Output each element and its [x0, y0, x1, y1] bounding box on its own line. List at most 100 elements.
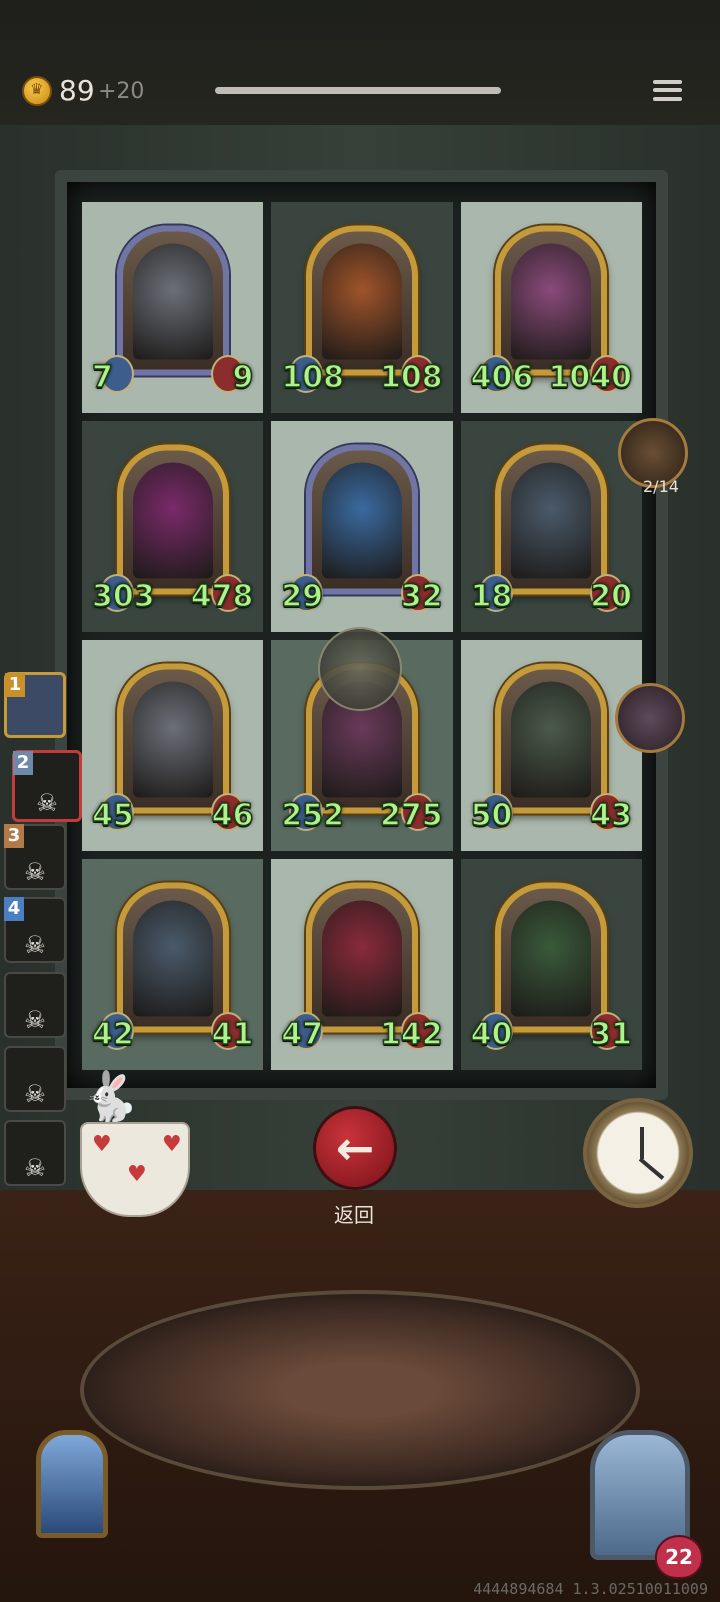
queue-number: 3 [4, 824, 24, 848]
board-cell[interactable]: 18 20 [460, 421, 642, 632]
gold-amount: 89 [59, 74, 95, 107]
unit-portrait [511, 243, 592, 359]
unit-attack: 40 [470, 1016, 513, 1053]
unit-health: 275 [379, 797, 443, 834]
skull-icon: ☠ [24, 1154, 46, 1182]
menu-button[interactable] [651, 74, 684, 107]
unit-card-clown[interactable] [305, 882, 418, 1032]
unit-card-red-haired-girl[interactable] [116, 444, 229, 594]
board-cell[interactable]: 42 41 [82, 859, 264, 1070]
build-info: 4444894684 1.3.02510011009 [473, 1580, 708, 1598]
unit-health: 41 [211, 1016, 254, 1053]
unit-portrait [321, 900, 402, 1016]
board-cell[interactable]: 40 31 [460, 859, 642, 1070]
board-cell[interactable]: 303 478 [82, 421, 264, 632]
queue-item[interactable]: 1 [4, 672, 66, 738]
board-cell[interactable]: 108 108 [271, 202, 453, 413]
unit-card-hooded-reaper[interactable] [495, 663, 608, 813]
board-cell[interactable]: 45 46 [82, 640, 264, 851]
skull-icon: ☠ [36, 789, 58, 817]
unit-card-bat-beast-2[interactable] [116, 882, 229, 1032]
queue-item[interactable]: 4 ☠ [4, 897, 66, 963]
pocket-watch-icon[interactable] [615, 683, 685, 753]
rabbit-icon: 🐇 [80, 1069, 140, 1125]
hero-hp-badge: 22 [655, 1535, 703, 1579]
unit-health: 478 [190, 578, 254, 615]
unit-health: 32 [400, 578, 443, 615]
unit-attack: 42 [91, 1016, 134, 1053]
queue-number: 2 [13, 751, 33, 775]
unit-health: 43 [589, 797, 632, 834]
unit-card-orange-dragon[interactable] [305, 225, 418, 375]
turn-counter: 2/14 [643, 477, 679, 496]
unit-health: 31 [589, 1016, 632, 1053]
unit-card-gray-dragon-2[interactable] [116, 663, 229, 813]
unit-attack: 303 [91, 578, 155, 615]
unit-attack: 252 [281, 797, 345, 834]
heart-icon: ♥ [162, 1132, 182, 1157]
hero-hp: 22 [665, 1545, 693, 1569]
board-cell[interactable]: 47 142 [271, 859, 453, 1070]
unit-attack: 108 [281, 359, 345, 396]
unit-card-monkey-king[interactable] [495, 225, 608, 375]
unit-portrait [132, 681, 213, 797]
unit-attack: 50 [470, 797, 513, 834]
unit-portrait [132, 243, 213, 359]
queue-item[interactable]: ☠ [4, 1046, 66, 1112]
board-cell[interactable]: 79 [82, 202, 264, 413]
board-cell[interactable]: 29 32 [271, 421, 453, 632]
unit-card-dragon-beast[interactable] [495, 882, 608, 1032]
arrow-left-icon: ← [335, 1121, 375, 1175]
unit-attack: 47 [281, 1016, 324, 1053]
board-token[interactable] [318, 627, 402, 711]
unit-health: 1040 [548, 359, 633, 396]
progress-line [215, 87, 501, 94]
unit-health: 108 [379, 359, 443, 396]
board-cell[interactable]: 406 1040 [460, 202, 642, 413]
unit-portrait [132, 462, 213, 578]
back-button[interactable]: ← [313, 1106, 397, 1190]
unit-portrait [321, 462, 402, 578]
skull-icon: ☠ [24, 931, 46, 959]
unit-health: 20 [589, 578, 632, 615]
skull-icon: ☠ [24, 858, 46, 886]
unit-card-bat-beast[interactable] [495, 444, 608, 594]
unit-portrait [511, 681, 592, 797]
unit-portrait [132, 900, 213, 1016]
unit-attack: 406 [470, 359, 534, 396]
unit-card-gray-dragon[interactable] [116, 225, 229, 375]
skull-icon: ☠ [24, 1006, 46, 1034]
unit-card-blue-elf[interactable] [305, 444, 418, 594]
unit-attack: 45 [91, 797, 134, 834]
coin-icon [22, 76, 52, 106]
gold-increment: +20 [98, 79, 145, 104]
heart-icon: ♥ [127, 1162, 147, 1187]
queue-number: 1 [5, 673, 25, 697]
unit-health: 9 [232, 359, 254, 396]
roulette-wheel [80, 1290, 640, 1490]
queue-item[interactable]: 3 ☠ [4, 824, 66, 890]
teacup: ♥ ♥ ♥ [80, 1122, 190, 1217]
unit-attack: 7 [91, 359, 113, 396]
queue-number: 4 [4, 897, 24, 921]
back-label: 返回 [334, 1203, 374, 1227]
unit-portrait [511, 462, 592, 578]
clock-icon [583, 1098, 693, 1208]
unit-attack: 18 [470, 578, 513, 615]
unit-portrait [321, 243, 402, 359]
heart-icon: ♥ [92, 1132, 112, 1157]
queue-item[interactable]: 2 ☠ [12, 750, 82, 822]
queue-item[interactable]: ☠ [4, 972, 66, 1038]
menu-bar [653, 88, 682, 93]
menu-bar [653, 80, 682, 85]
card-deck[interactable] [36, 1430, 108, 1538]
unit-health: 46 [211, 797, 254, 834]
skull-icon: ☠ [24, 1080, 46, 1108]
unit-attack: 29 [281, 578, 324, 615]
unit-health: 142 [379, 1016, 443, 1053]
queue-item[interactable]: ☠ [4, 1120, 66, 1186]
unit-portrait [511, 900, 592, 1016]
board-cell[interactable]: 50 43 [460, 640, 642, 851]
top-bar [0, 0, 720, 125]
menu-bar [653, 96, 682, 101]
